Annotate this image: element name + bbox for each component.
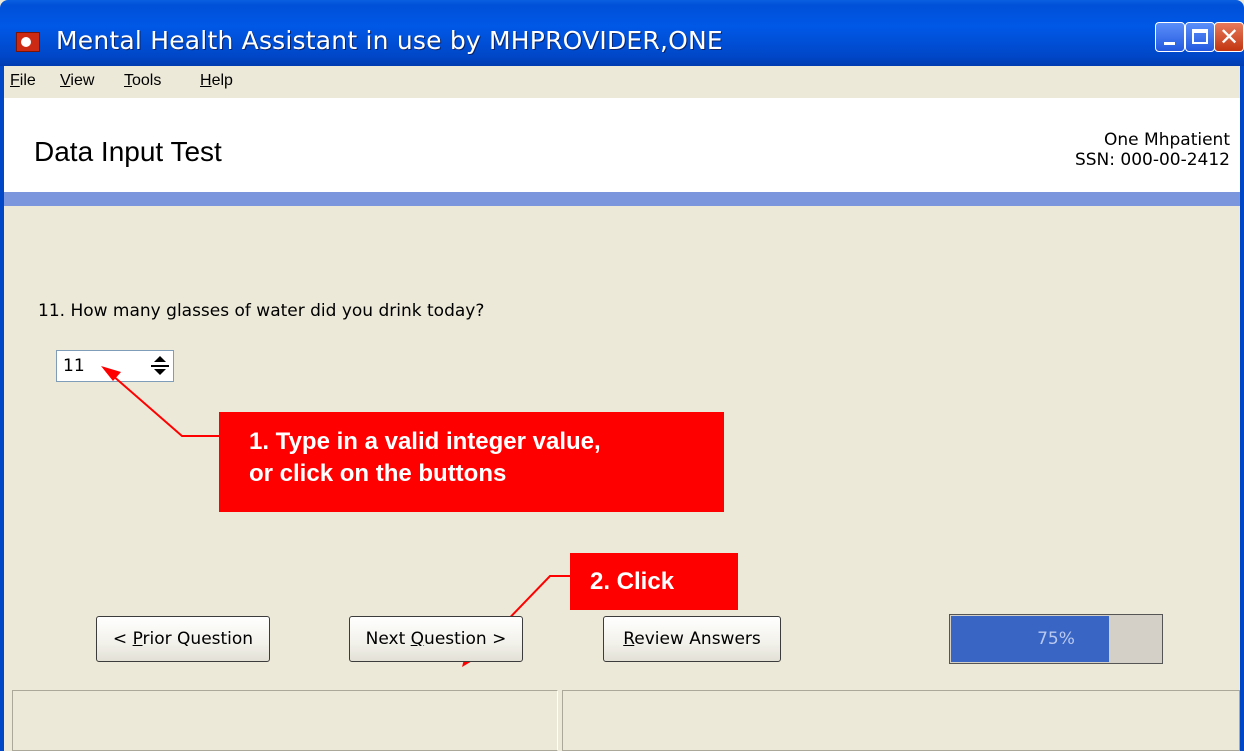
status-pane-left bbox=[12, 690, 558, 751]
status-bar bbox=[4, 690, 1240, 751]
progress-bar: 75% bbox=[949, 614, 1163, 664]
callout1-arrowhead bbox=[101, 366, 121, 381]
callout1-line2: or click on the buttons bbox=[249, 460, 507, 487]
review-answers-button[interactable]: Review Answers bbox=[603, 616, 781, 662]
status-pane-right bbox=[562, 690, 1240, 751]
progress-label: 75% bbox=[1037, 629, 1075, 649]
callout1-line1: 1. Type in a valid integer value, bbox=[249, 428, 601, 455]
app-window: Mental Health Assistant in use by MHPROV… bbox=[0, 0, 1244, 751]
prior-question-button[interactable]: < Prior Question bbox=[96, 616, 270, 662]
instruction-callout-1: 1. Type in a valid integer value, or cli… bbox=[219, 412, 724, 512]
next-question-button[interactable]: Next Question > bbox=[349, 616, 523, 662]
callout1-arrow-line bbox=[111, 374, 219, 437]
instruction-callout-2: 2. Click bbox=[570, 553, 738, 610]
